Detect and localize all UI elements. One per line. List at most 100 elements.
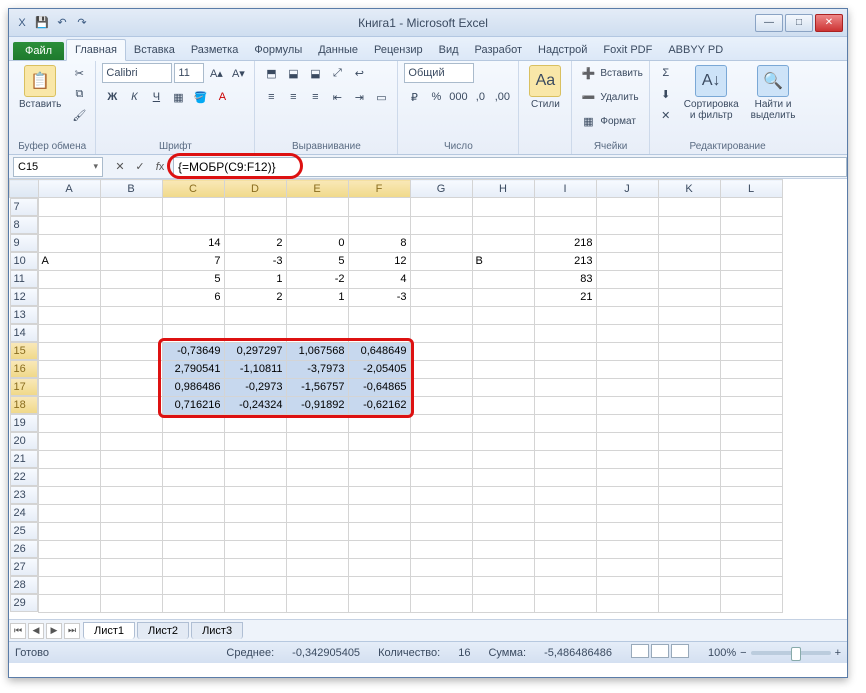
cell-B12[interactable]	[100, 288, 162, 306]
formula-input[interactable]: {=МОБР(C9:F12)}	[173, 157, 847, 177]
cell-A9[interactable]	[38, 234, 100, 252]
cell-J15[interactable]	[596, 342, 658, 360]
cell-I27[interactable]	[534, 558, 596, 576]
cell-E22[interactable]	[286, 468, 348, 486]
tab-abbyy[interactable]: ABBYY PD	[660, 40, 731, 60]
cell-A16[interactable]	[38, 360, 100, 378]
row-header-26[interactable]: 26	[10, 540, 38, 558]
cell-C8[interactable]	[162, 216, 224, 234]
copy-icon[interactable]: ⧉	[69, 84, 89, 104]
cell-E18[interactable]: -0,91892	[286, 396, 348, 414]
styles-button[interactable]: Aa Стили	[525, 63, 565, 112]
col-header-K[interactable]: K	[658, 180, 720, 198]
cell-L27[interactable]	[720, 558, 782, 576]
cell-D12[interactable]: 2	[224, 288, 286, 306]
cell-D27[interactable]	[224, 558, 286, 576]
cell-H25[interactable]	[472, 522, 534, 540]
sort-filter-button[interactable]: A↓ Сортировка и фильтр	[680, 63, 743, 123]
cell-K29[interactable]	[658, 594, 720, 612]
align-left-icon[interactable]: ≡	[261, 87, 281, 107]
underline-button[interactable]: Ч	[146, 87, 166, 107]
cell-B19[interactable]	[100, 414, 162, 432]
cell-B29[interactable]	[100, 594, 162, 612]
cell-E20[interactable]	[286, 432, 348, 450]
cell-J21[interactable]	[596, 450, 658, 468]
cell-A11[interactable]	[38, 270, 100, 288]
row-header-12[interactable]: 12	[10, 288, 38, 306]
cell-H8[interactable]	[472, 216, 534, 234]
cell-F7[interactable]	[348, 198, 410, 217]
cell-A18[interactable]	[38, 396, 100, 414]
cell-F12[interactable]: -3	[348, 288, 410, 306]
cell-I7[interactable]	[534, 198, 596, 217]
cell-L16[interactable]	[720, 360, 782, 378]
close-button[interactable]: ✕	[815, 14, 843, 32]
cell-J18[interactable]	[596, 396, 658, 414]
name-box[interactable]: C15 ▾	[13, 157, 103, 177]
cell-L14[interactable]	[720, 324, 782, 342]
cell-D18[interactable]: -0,24324	[224, 396, 286, 414]
row-header-24[interactable]: 24	[10, 504, 38, 522]
font-color-icon[interactable]: A	[212, 87, 232, 107]
cell-G29[interactable]	[410, 594, 472, 612]
cell-J23[interactable]	[596, 486, 658, 504]
cell-D15[interactable]: 0,297297	[224, 342, 286, 360]
cell-K13[interactable]	[658, 306, 720, 324]
cell-G23[interactable]	[410, 486, 472, 504]
cell-H16[interactable]	[472, 360, 534, 378]
cell-E29[interactable]	[286, 594, 348, 612]
cell-E12[interactable]: 1	[286, 288, 348, 306]
cell-L19[interactable]	[720, 414, 782, 432]
row-header-27[interactable]: 27	[10, 558, 38, 576]
align-bottom-icon[interactable]: ⬓	[305, 63, 325, 83]
zoom-control[interactable]: 100% − +	[708, 647, 841, 659]
cell-F22[interactable]	[348, 468, 410, 486]
cell-F19[interactable]	[348, 414, 410, 432]
cell-J13[interactable]	[596, 306, 658, 324]
cell-E27[interactable]	[286, 558, 348, 576]
cell-H19[interactable]	[472, 414, 534, 432]
cell-K9[interactable]	[658, 234, 720, 252]
sheet-tab-3[interactable]: Лист3	[191, 622, 243, 639]
cell-I20[interactable]	[534, 432, 596, 450]
zoom-slider[interactable]	[751, 651, 831, 655]
row-header-23[interactable]: 23	[10, 486, 38, 504]
col-header-F[interactable]: F	[348, 180, 410, 198]
row-header-28[interactable]: 28	[10, 576, 38, 594]
cell-B18[interactable]	[100, 396, 162, 414]
cell-B11[interactable]	[100, 270, 162, 288]
cell-K19[interactable]	[658, 414, 720, 432]
cell-H14[interactable]	[472, 324, 534, 342]
cell-E16[interactable]: -3,7973	[286, 360, 348, 378]
cell-L28[interactable]	[720, 576, 782, 594]
cell-G20[interactable]	[410, 432, 472, 450]
cell-F11[interactable]: 4	[348, 270, 410, 288]
cell-D14[interactable]	[224, 324, 286, 342]
cell-B8[interactable]	[100, 216, 162, 234]
cell-G16[interactable]	[410, 360, 472, 378]
fx-icon[interactable]: fx	[151, 158, 169, 176]
sheet-nav[interactable]: ⏮◀▶⏭	[9, 623, 81, 639]
cell-C19[interactable]	[162, 414, 224, 432]
cell-L18[interactable]	[720, 396, 782, 414]
cell-D17[interactable]: -0,2973	[224, 378, 286, 396]
cell-E11[interactable]: -2	[286, 270, 348, 288]
cell-G19[interactable]	[410, 414, 472, 432]
cell-K28[interactable]	[658, 576, 720, 594]
cell-L10[interactable]	[720, 252, 782, 270]
cell-K17[interactable]	[658, 378, 720, 396]
cell-J20[interactable]	[596, 432, 658, 450]
inc-decimal-icon[interactable]: ,0	[470, 87, 490, 107]
cell-B13[interactable]	[100, 306, 162, 324]
cell-I19[interactable]	[534, 414, 596, 432]
orientation-icon[interactable]: ⤢	[327, 63, 347, 83]
cell-I15[interactable]	[534, 342, 596, 360]
row-header-8[interactable]: 8	[10, 216, 38, 234]
cell-B16[interactable]	[100, 360, 162, 378]
cell-I29[interactable]	[534, 594, 596, 612]
cell-I10[interactable]: 213	[534, 252, 596, 270]
col-header-B[interactable]: B	[100, 180, 162, 198]
cell-C20[interactable]	[162, 432, 224, 450]
cell-K23[interactable]	[658, 486, 720, 504]
fill-icon[interactable]: ⬇	[656, 84, 676, 104]
